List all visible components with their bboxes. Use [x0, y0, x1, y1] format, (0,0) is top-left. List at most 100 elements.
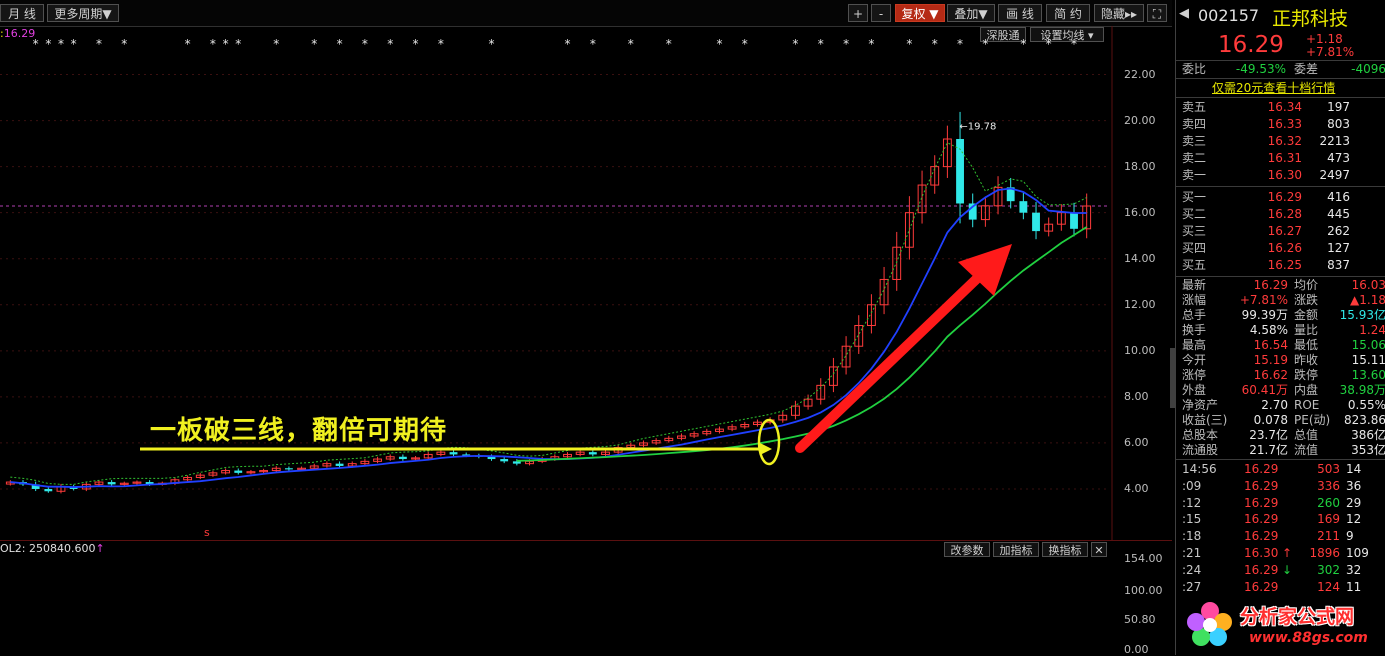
- bid-row[interactable]: 买五 16.25 837: [1176, 257, 1385, 274]
- bid-row[interactable]: 买二 16.28 445: [1176, 206, 1385, 223]
- stat-value: 0.55%: [1347, 398, 1385, 412]
- bid-row[interactable]: 买三 16.27 262: [1176, 223, 1385, 240]
- stat-label: 均价: [1294, 278, 1319, 292]
- tick-count: 32: [1346, 562, 1362, 577]
- stat-value: 21.7亿: [1249, 443, 1288, 457]
- stat-row: 收益(三) 0.078 PE(动) 823.86: [1176, 413, 1385, 428]
- stat-row: 换手 4.58% 量比 1.24: [1176, 323, 1385, 338]
- panel-resize-handle[interactable]: [1170, 348, 1175, 408]
- flag-icon: ◀: [1179, 6, 1189, 21]
- signal-marker: *: [58, 37, 64, 51]
- stat-value: 16.29: [1253, 278, 1288, 292]
- bid-volume: 416: [1327, 190, 1350, 204]
- bid-row[interactable]: 买四 16.26 127: [1176, 240, 1385, 257]
- more-periods-dropdown[interactable]: 更多周期▼: [47, 4, 119, 22]
- stat-row: 今开 15.19 昨收 15.11: [1176, 353, 1385, 368]
- tick-row: 14:56 16.29 503 14: [1176, 461, 1385, 478]
- tick-count: 109: [1346, 546, 1369, 560]
- hide-button[interactable]: 隐藏▸▸: [1094, 4, 1144, 22]
- stat-label: 流通股: [1182, 443, 1219, 457]
- bid-volume: 445: [1327, 207, 1350, 221]
- candle-body: [449, 452, 458, 455]
- signal-marker: *: [792, 37, 798, 51]
- tick-time: :18: [1182, 529, 1202, 544]
- last-price: 16.29: [1218, 32, 1284, 58]
- fullscreen-icon: ⛶: [1152, 7, 1162, 21]
- fuquan-dropdown[interactable]: 复权 ▼: [895, 4, 945, 22]
- stat-value: 823.86: [1344, 413, 1385, 427]
- stat-label: 量比: [1294, 323, 1319, 337]
- ask-row[interactable]: 卖五 16.34 197: [1176, 99, 1385, 116]
- bid-label: 买四: [1182, 241, 1207, 255]
- tick-volume: 336: [1317, 478, 1340, 493]
- signal-marker: *: [71, 37, 77, 51]
- bid-price: 16.27: [1267, 224, 1302, 238]
- tick-count: 36: [1346, 478, 1362, 493]
- signal-marker: *: [716, 37, 722, 51]
- tick-count: 9: [1346, 529, 1354, 544]
- tick-row: :12 16.29 260 29: [1176, 495, 1385, 512]
- ask-row[interactable]: 卖一 16.30 2497: [1176, 167, 1385, 184]
- stat-label: 最新: [1182, 278, 1207, 292]
- stat-row: 涨停 16.62 跌停 13.60: [1176, 368, 1385, 383]
- double-chevron-right-icon: ▸▸: [1124, 7, 1138, 21]
- tick-price: 16.29: [1244, 529, 1279, 544]
- period-month-button[interactable]: 月 线: [0, 4, 44, 22]
- fullscreen-button[interactable]: ⛶: [1147, 4, 1167, 22]
- ask-row[interactable]: 卖二 16.31 473: [1176, 150, 1385, 167]
- signal-marker: *: [45, 37, 51, 51]
- signal-marker: *: [273, 37, 279, 51]
- ask-row[interactable]: 卖四 16.33 803: [1176, 116, 1385, 133]
- change-params-button[interactable]: 改参数: [944, 542, 990, 557]
- level2-promo-link[interactable]: 仅需20元查看十档行情: [1212, 79, 1335, 96]
- weibi-row: 委比 -49.53% 委差 -4096: [1182, 62, 1385, 76]
- draw-line-button[interactable]: 画 线: [998, 4, 1042, 22]
- stat-value: 99.39万: [1241, 308, 1288, 322]
- price-tick-label: 10.00: [1124, 343, 1156, 357]
- volume-label: OL2: 250840.600↑: [0, 542, 105, 555]
- zoom-in-button[interactable]: +: [848, 4, 868, 22]
- tick-volume: 260: [1317, 495, 1340, 510]
- ask-volume: 2213: [1319, 134, 1350, 148]
- tick-row: :21 16.30 ↑ 1896 109: [1176, 545, 1385, 562]
- switch-indicator-button[interactable]: 换指标: [1042, 542, 1088, 557]
- overlay-dropdown[interactable]: 叠加▼: [947, 4, 995, 22]
- candlestick-chart[interactable]: * * * * * * * * * * * * * * * * * * * * * * * * * * * * * * * * * * * ←19.7…: [0, 26, 1172, 540]
- stat-label: 涨停: [1182, 368, 1207, 382]
- candle-body: [335, 463, 344, 466]
- ask-label: 卖一: [1182, 168, 1207, 182]
- signal-marker: *: [957, 37, 963, 51]
- signal-marker: *: [210, 37, 216, 51]
- stat-value: 353亿: [1351, 443, 1385, 457]
- ask-row[interactable]: 卖三 16.32 2213: [1176, 133, 1385, 150]
- stat-label: 今开: [1182, 353, 1207, 367]
- ask-volume: 473: [1327, 151, 1350, 165]
- high-label: ←19.78: [959, 122, 996, 133]
- close-icon[interactable]: ✕: [1091, 542, 1107, 557]
- tick-row: :27 16.29 124 11: [1176, 579, 1385, 596]
- stat-value: +7.81%: [1239, 293, 1288, 307]
- bid-label: 买二: [1182, 207, 1207, 221]
- ask-price: 16.30: [1267, 168, 1302, 182]
- annotation-text: 一板破三线，翻倍可期待: [150, 416, 448, 446]
- bid-row[interactable]: 买一 16.29 416: [1176, 189, 1385, 206]
- signal-marker: *: [235, 37, 241, 51]
- tick-count: 12: [1346, 512, 1362, 527]
- ask-label: 卖三: [1182, 134, 1207, 148]
- tick-volume: 124: [1317, 579, 1340, 594]
- stat-value: 15.19: [1253, 353, 1288, 367]
- zoom-out-button[interactable]: -: [871, 4, 891, 22]
- stat-label: 金额: [1294, 308, 1319, 322]
- stat-label: 收益(三): [1182, 413, 1228, 427]
- signal-marker: *: [564, 37, 570, 51]
- stat-row: 涨幅 +7.81% 涨跌 ▲1.18: [1176, 293, 1385, 308]
- price-tick-label: 20.00: [1124, 113, 1156, 127]
- stock-name: 正邦科技: [1272, 8, 1349, 30]
- ask-price: 16.32: [1267, 134, 1302, 148]
- signal-marker: *: [982, 37, 988, 51]
- chevron-down-icon: ▼: [102, 7, 112, 21]
- summary-button[interactable]: 简 约: [1046, 4, 1090, 22]
- price-tick-label: 4.00: [1124, 481, 1149, 495]
- add-indicator-button[interactable]: 加指标: [993, 542, 1039, 557]
- bid-label: 买三: [1182, 224, 1207, 238]
